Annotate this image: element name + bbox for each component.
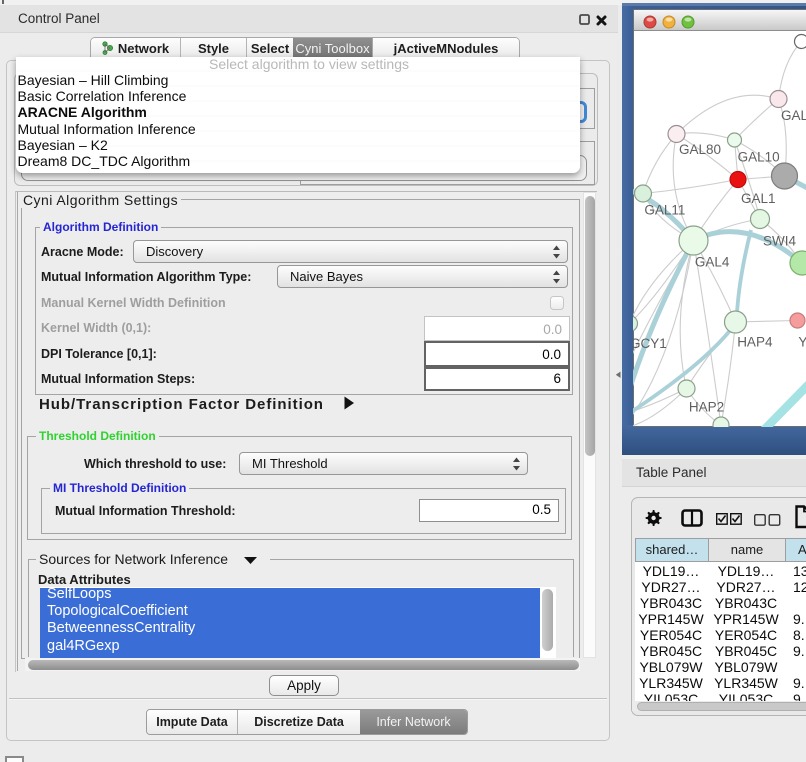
svg-text:GAL4: GAL4 [695, 255, 730, 270]
svg-text:GAL1: GAL1 [741, 191, 776, 206]
svg-text:Y: Y [798, 335, 806, 350]
svg-text:GAL: GAL [781, 108, 806, 123]
svg-text:SWI4: SWI4 [763, 234, 796, 249]
svg-text:GAL10: GAL10 [738, 150, 780, 165]
svg-text:HAP4: HAP4 [737, 335, 773, 350]
svg-text:HAP2: HAP2 [689, 400, 724, 415]
svg-text:GCY1: GCY1 [633, 336, 667, 351]
svg-text:GAL80: GAL80 [679, 142, 721, 157]
svg-text:GAL11: GAL11 [644, 203, 685, 218]
